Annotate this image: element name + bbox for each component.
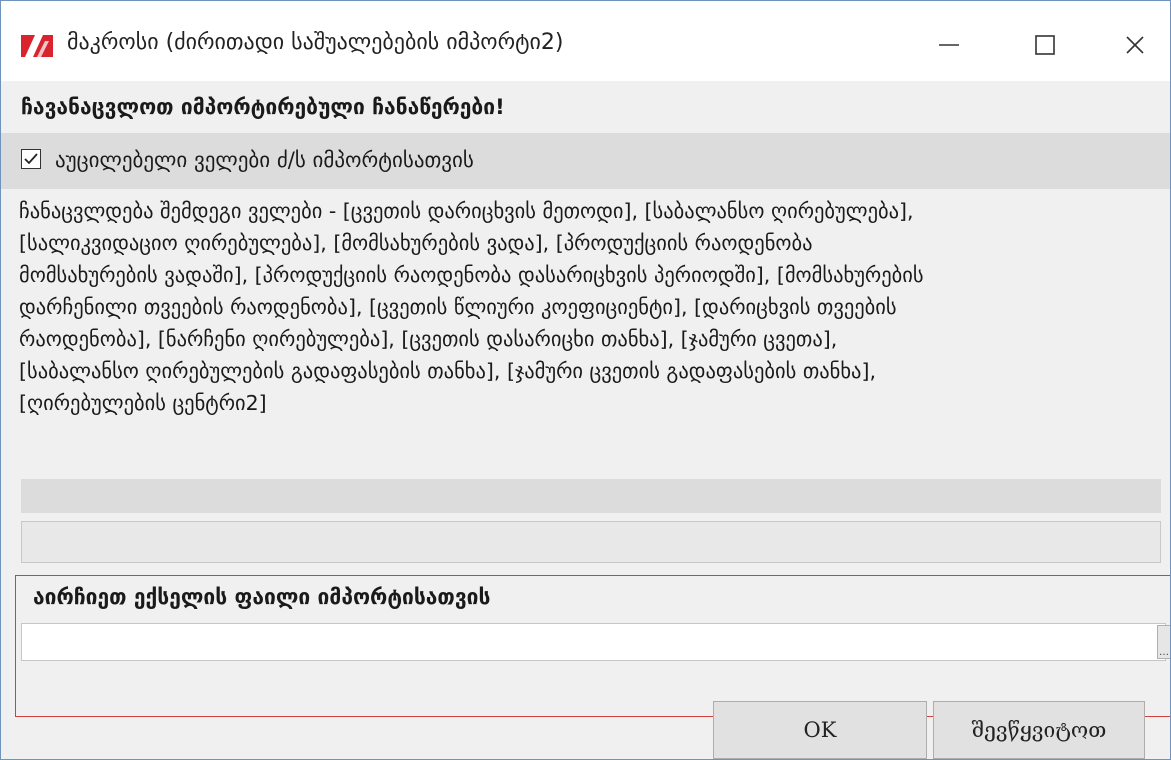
description-line: [საბალანსო ღირებულების გადაფასების თანხა… <box>19 359 876 383</box>
close-icon <box>1126 36 1144 54</box>
required-fields-checkbox[interactable] <box>21 149 41 169</box>
maximize-button[interactable] <box>1015 19 1075 71</box>
ok-button[interactable]: OK <box>713 701 927 759</box>
import-dialog-window: მაკროსი (ძირითადი საშუალებების იმპორტი2)… <box>0 0 1171 760</box>
maximize-icon <box>1035 35 1055 55</box>
replaced-fields-description: ჩანაცვლდება შემდეგი ველები - [ცვეთის დარ… <box>19 195 1159 419</box>
description-line: ჩანაცვლდება შემდეგი ველები - [ცვეთის დარ… <box>19 199 914 223</box>
close-button[interactable] <box>1105 19 1165 71</box>
window-title: მაკროსი (ძირითადი საშუალებების იმპორტი2) <box>67 30 564 55</box>
description-line: რაოდენობა], [ნარჩენი ღირებულება], [ცვეთი… <box>19 327 838 351</box>
file-select-label: აირჩიეთ ექსელის ფაილი იმპორტისათვის <box>33 585 491 609</box>
checkmark-icon <box>24 153 38 165</box>
description-line: მომსახურების ვადაში], [პროდუქციის რაოდენ… <box>19 263 924 287</box>
app-logo-icon <box>21 35 53 57</box>
ellipsis-icon: … <box>1159 647 1169 658</box>
minimize-button[interactable] <box>919 19 979 71</box>
description-line: [სალიკვიდაციო ღირებულება], [მომსახურების… <box>19 231 813 255</box>
minimize-icon <box>939 44 959 46</box>
cancel-button[interactable]: შევწყვიტოთ <box>933 701 1145 759</box>
title-bar[interactable]: მაკროსი (ძირითადი საშუალებების იმპორტი2) <box>1 1 1170 81</box>
excel-file-path-input[interactable] <box>21 623 1166 661</box>
browse-button[interactable]: … <box>1157 625 1170 659</box>
description-line: დარჩენილი თვეების რაოდენობა], [ცვეთის წლ… <box>19 295 897 319</box>
progress-bar <box>21 521 1161 563</box>
status-band <box>21 479 1161 513</box>
replace-records-heading: ჩავანაცვლოთ იმპორტირებული ჩანაწერები! <box>21 95 505 119</box>
description-line: [ღირებულების ცენტრი2] <box>19 391 267 415</box>
required-fields-label[interactable]: აუცილებელი ველები ძ/ს იმპორტისათვის <box>55 148 474 172</box>
